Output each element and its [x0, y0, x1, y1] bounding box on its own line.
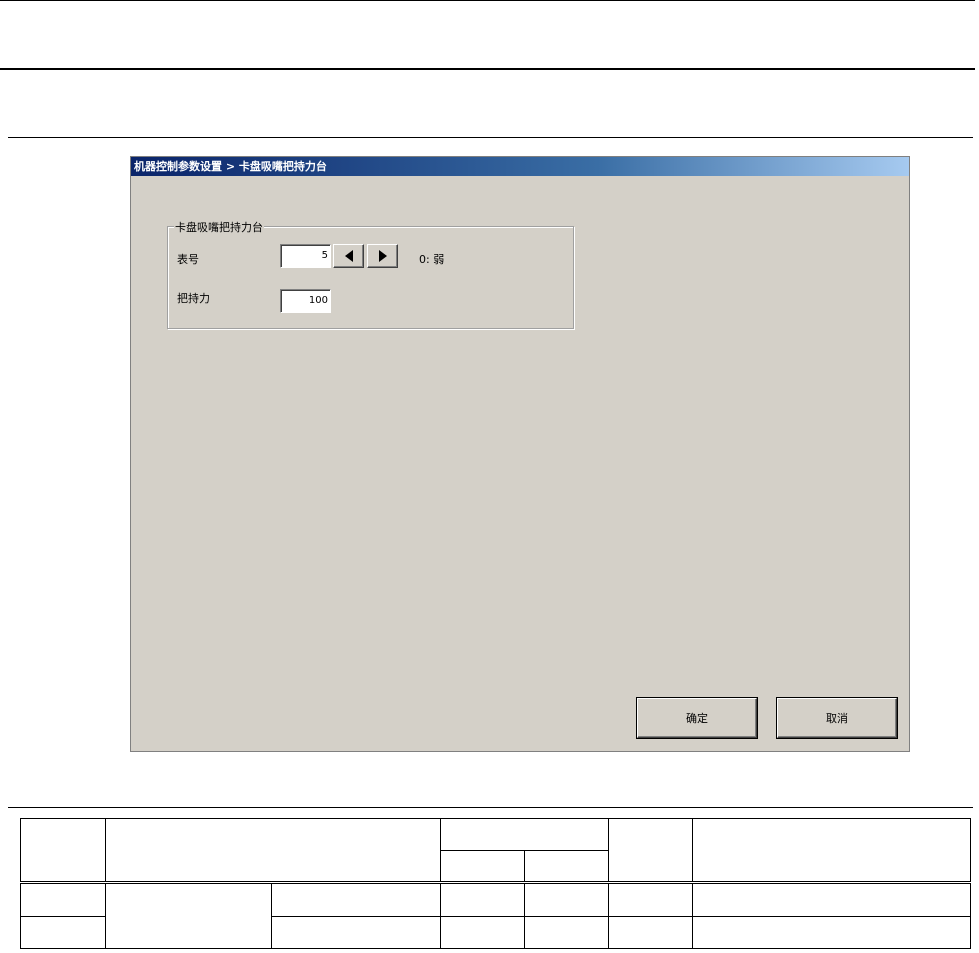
- table-cell: [608, 916, 693, 949]
- group-title: 卡盘吸嘴把持力台: [174, 219, 264, 235]
- triangle-right-icon: [378, 250, 387, 262]
- table-no-label: 表号: [177, 253, 199, 266]
- table-cell: [105, 881, 272, 949]
- grip-force-label: 把持力: [177, 292, 210, 305]
- grip-force-input[interactable]: 100: [280, 289, 331, 313]
- settings-dialog: 机器控制参数设置 > 卡盘吸嘴把持力台 卡盘吸嘴把持力台 表号 5 0: 弱 把…: [130, 156, 910, 752]
- cancel-button[interactable]: 取消: [777, 698, 897, 738]
- table-cell: [271, 916, 441, 949]
- table-cell: [20, 818, 106, 883]
- dialog-title: 机器控制参数设置 > 卡盘吸嘴把持力台: [131, 157, 909, 176]
- table-cell: [608, 881, 693, 917]
- table-row: [20, 881, 971, 949]
- page-header-rule: [0, 68, 975, 70]
- table-cell: [524, 881, 609, 917]
- table-cell: [524, 916, 609, 949]
- triangle-left-icon: [344, 250, 353, 262]
- table-cell: [20, 881, 106, 917]
- table-cell: [692, 818, 971, 883]
- table-cell: [440, 916, 525, 949]
- next-button[interactable]: [367, 244, 398, 268]
- table-cell: [440, 850, 525, 883]
- table-cell: [105, 818, 441, 883]
- table-no-input[interactable]: 5: [280, 244, 331, 268]
- table-cell: [608, 818, 693, 883]
- table-cell: [271, 881, 441, 917]
- prev-button[interactable]: [333, 244, 364, 268]
- section-rule-bottom: [8, 807, 973, 808]
- revision-table: [20, 818, 971, 949]
- section-rule-top: [8, 137, 973, 138]
- table-cell: [692, 916, 971, 949]
- page-top-rule: [0, 0, 975, 1]
- table-cell: [692, 881, 971, 917]
- table-cell: [440, 881, 525, 917]
- table-no-description: 0: 弱: [419, 253, 445, 266]
- table-cell: [20, 916, 106, 949]
- ok-button[interactable]: 确定: [637, 698, 757, 738]
- table-cell: [524, 850, 609, 883]
- table-cell: [440, 818, 609, 851]
- grip-force-group: 卡盘吸嘴把持力台 表号 5 0: 弱 把持力 100: [167, 219, 574, 329]
